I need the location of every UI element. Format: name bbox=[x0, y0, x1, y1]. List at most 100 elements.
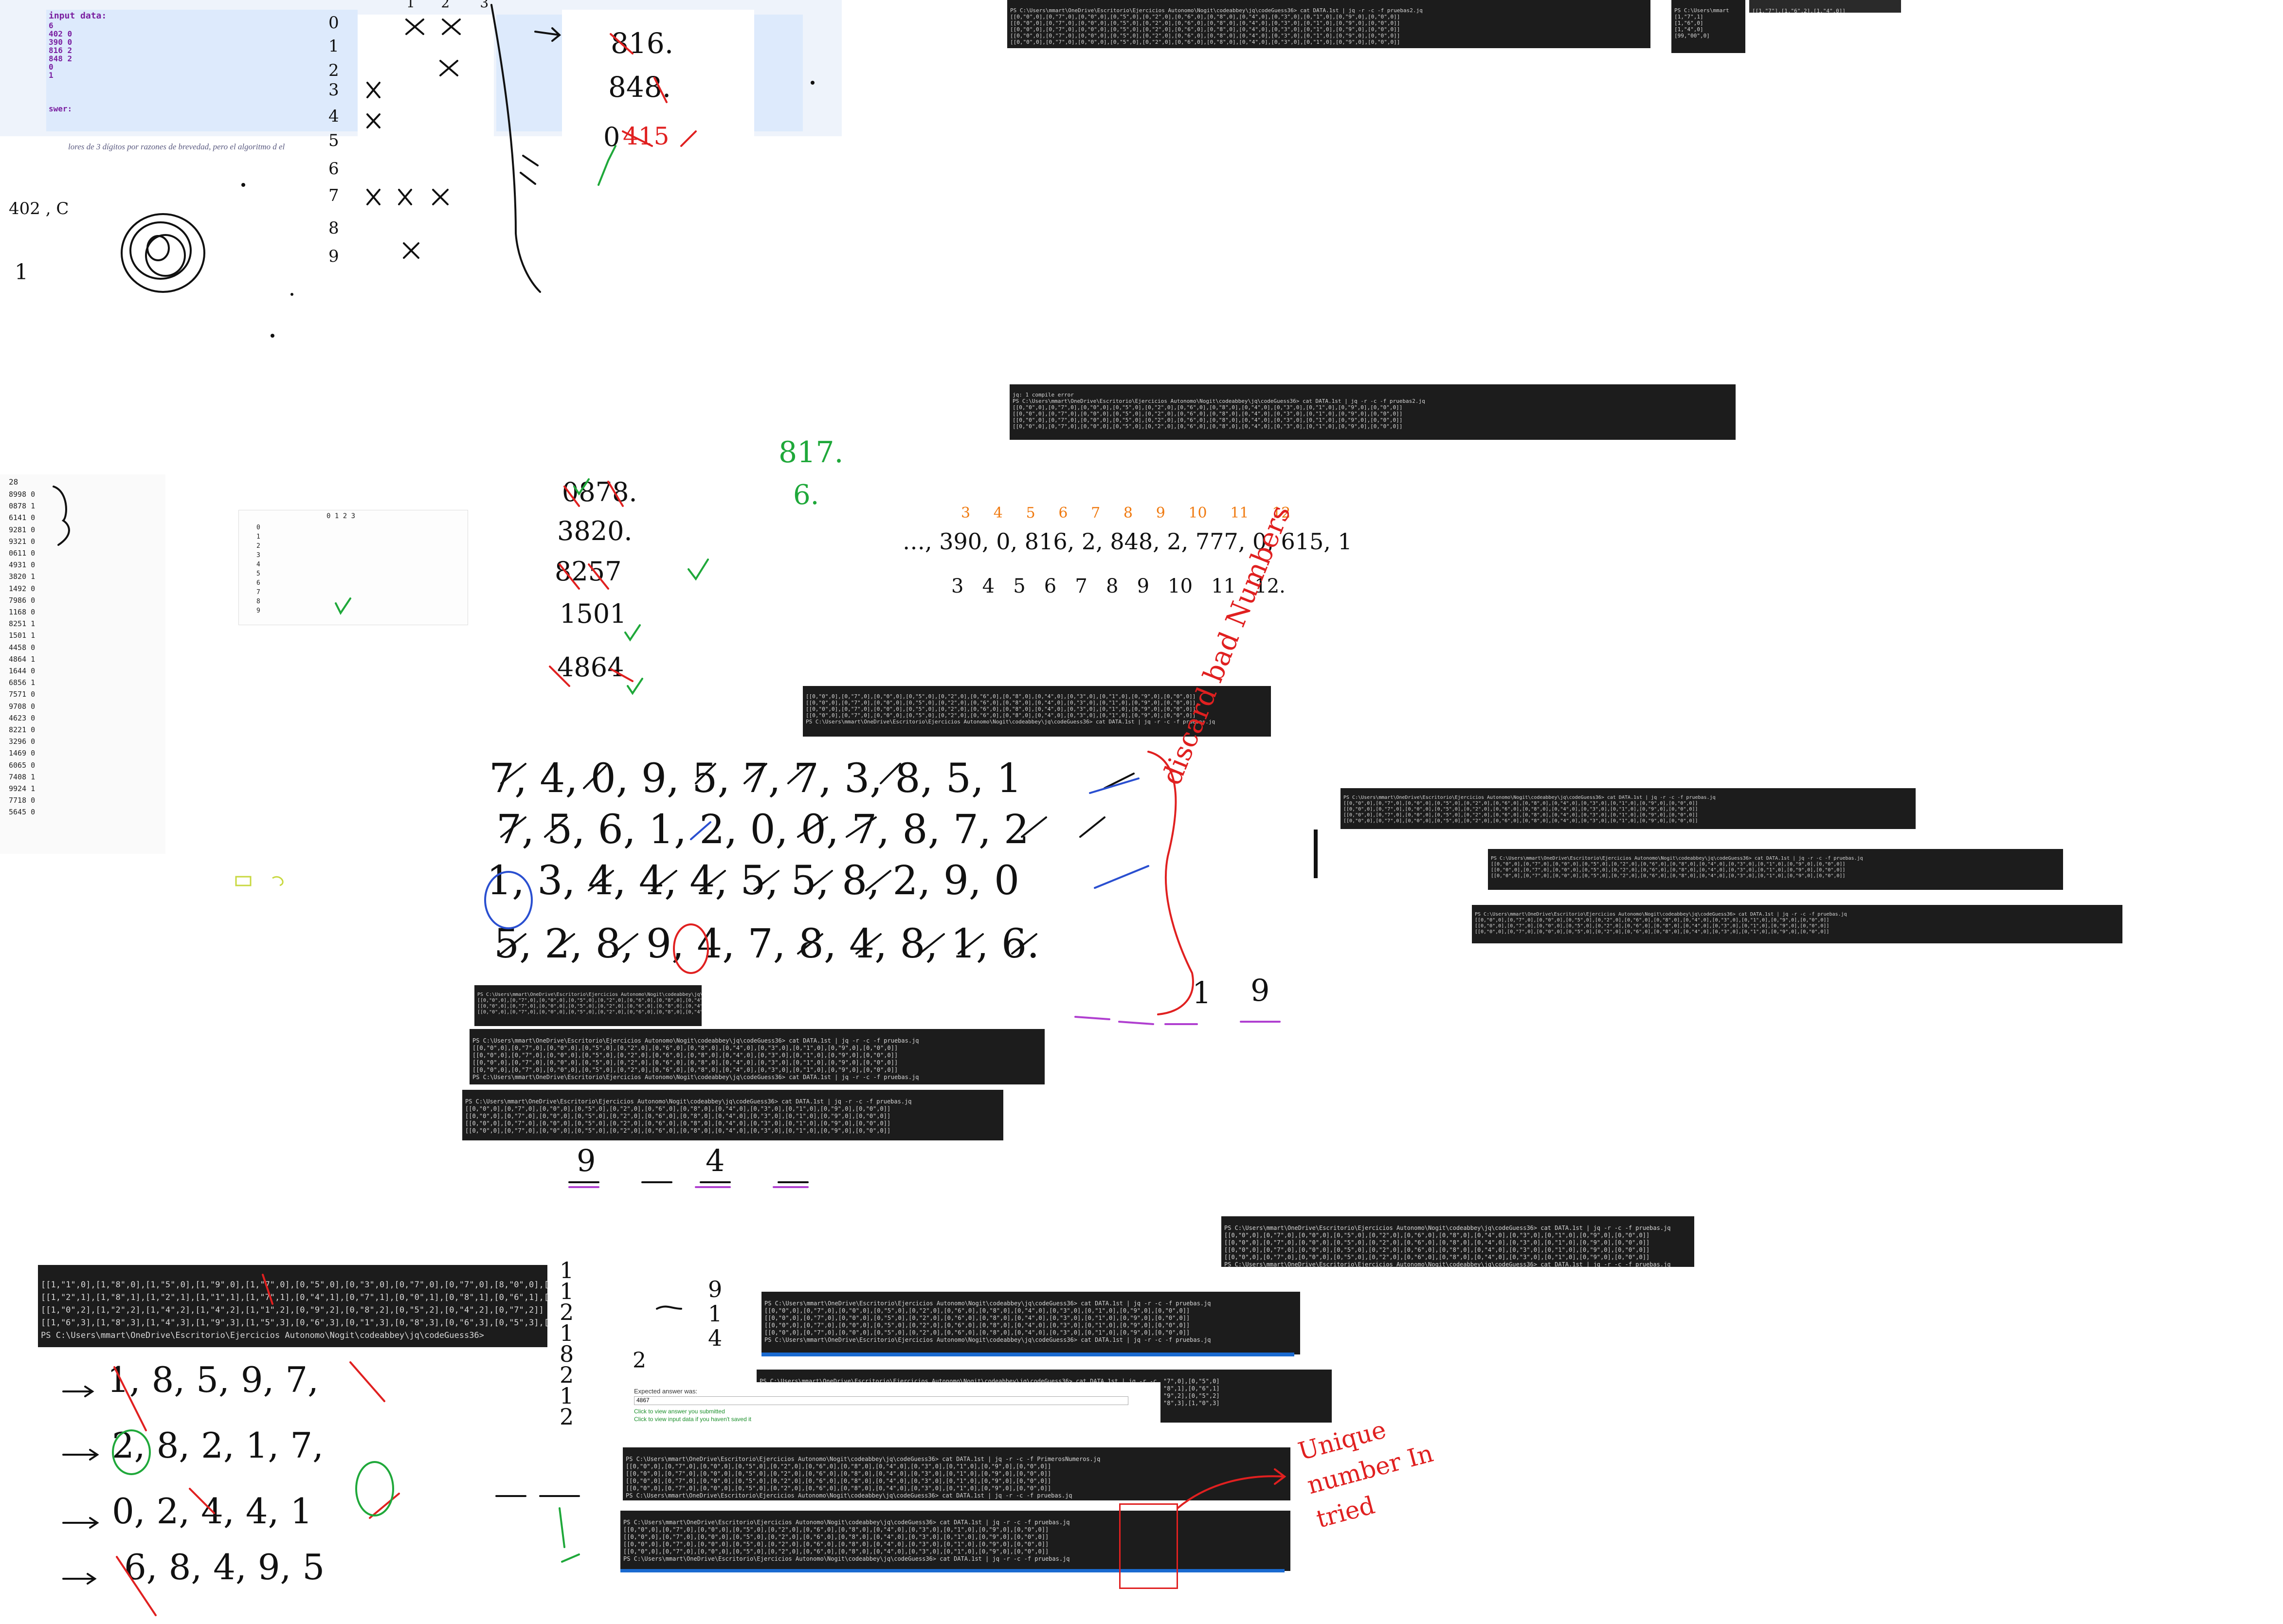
terminal-prompt: PS C:\Users\mmart\OneDrive\Escritorio\Ej… bbox=[1224, 1261, 1671, 1267]
list-item: 1492 0 bbox=[9, 584, 36, 593]
terminal-line: [[0,"0",0],[0,"7",0],[0,"0",0],[0,"5",0]… bbox=[1343, 807, 1698, 812]
left-list-rows: 8998 0 0878 1 6141 0 9281 0 9321 0 0611 0 4931… bbox=[9, 488, 35, 818]
terminal-bottom-mid-1: PS C:\Users\mmart\OneDrive\Escritorio\Ej… bbox=[761, 1292, 1300, 1354]
index-label: 9 bbox=[1156, 505, 1189, 522]
terminal-line: [[0,"0",0],[0,"7",0],[0,"0",0],[0,"5",0]… bbox=[764, 1329, 1190, 1336]
terminal-mid-small: PS C:\Users\mmart\OneDrive\Escritorio\Ej… bbox=[474, 985, 702, 1026]
result-digit: 1 bbox=[1192, 975, 1212, 1010]
input-row: 390 0 bbox=[49, 37, 72, 47]
list-item: 7571 0 bbox=[9, 690, 36, 699]
terminal-line: [[0,"0",0],[0,"7",0],[0,"0",0],[0,"5",0]… bbox=[1013, 423, 1403, 430]
terminal-prompt: PS C:\Users\mmart\OneDrive\Escritorio\Ej… bbox=[1224, 1225, 1671, 1231]
view-input-link[interactable]: Click to view input data if you haven't … bbox=[634, 1416, 751, 1423]
terminal-line: [[0,"0",0],[0,"7",0],[0,"0",0],[0,"5",0]… bbox=[1010, 39, 1400, 45]
terminal-line: [[0,"0",0],[0,"7",0],[0,"0",0],[0,"5",0]… bbox=[1010, 20, 1400, 26]
terminal-line: [[0,"0",0],[0,"7",0],[0,"0",0],[0,"5",0]… bbox=[764, 1307, 1190, 1314]
side-digit: 2 bbox=[560, 1404, 574, 1430]
input-data-title: input data: bbox=[49, 11, 107, 21]
divider-stroke bbox=[520, 155, 539, 185]
column-digit-415: 415 bbox=[623, 122, 670, 150]
result-digit: 9 bbox=[1250, 973, 1270, 1008]
grid-row: 2 bbox=[328, 61, 339, 80]
terminal-line: [[0,"0",0],[0,"7",0],[0,"0",0],[0,"5",0]… bbox=[1013, 411, 1403, 417]
terminal-line: [[0,"0",0],[0,"7",0],[0,"0",0],[0,"5",0]… bbox=[465, 1105, 891, 1112]
list-item: 9281 0 bbox=[9, 525, 36, 534]
list-item: 1469 0 bbox=[9, 749, 36, 758]
terminal-bottom-mid-2: PS C:\Users\mmart\OneDrive\Escritorio\Ej… bbox=[757, 1370, 1164, 1382]
scribble-circle bbox=[146, 235, 170, 261]
index-label: 6 bbox=[1058, 505, 1091, 522]
terminal-line: [[0,"0",0],[0,"7",0],[0,"0",0],[0,"5",0]… bbox=[623, 1534, 1049, 1540]
list-item: 6065 0 bbox=[9, 760, 36, 770]
bottom-row: 0, 2, 4, 4, 1 bbox=[112, 1491, 313, 1532]
terminal-line: [[0,"0",0],[0,"7",0],[0,"0",0],[0,"5",0]… bbox=[1224, 1239, 1650, 1246]
grid-row: 1 bbox=[328, 36, 339, 56]
terminal-line: [[0,"0",0],[0,"7",0],[0,"0",0],[0,"5",0]… bbox=[1475, 923, 1830, 929]
stack-digit: 9 bbox=[708, 1276, 723, 1302]
terminal-line: [[0,"0",0],[0,"7",0],[0,"0",0],[0,"5",0]… bbox=[1010, 26, 1400, 33]
terminal-prompt: PS C:\Users\mmart\OneDrive\Escritorio\Ej… bbox=[623, 1519, 1070, 1526]
big-row: 7, 5, 6, 1, 2, 0, 0, 7, 8, 7, 2 bbox=[496, 807, 1030, 853]
small-grid-row: 7 bbox=[256, 589, 260, 596]
terminal-prompt: PS C:\Users\mmart\OneDrive\Escritorio\Ej… bbox=[1010, 7, 1423, 14]
index-label: 4 bbox=[993, 505, 1026, 522]
result-digit-low: 4 bbox=[706, 1143, 725, 1178]
terminal-line: [[0,"0",0],[0,"7",0],[0,"0",0],[0,"5",0]… bbox=[477, 1004, 702, 1009]
expected-answer-box: Expected answer was: 4867 Click to view … bbox=[630, 1387, 1131, 1426]
scribble-402: 402 , C bbox=[9, 199, 69, 218]
terminal-line: [[0,"0",0],[0,"7",0],[0,"0",0],[0,"5",0]… bbox=[623, 1548, 1049, 1555]
list-item: 9321 0 bbox=[9, 537, 36, 546]
terminal-prompt: PS C:\Users\mmart\OneDrive\Escritorio\Ej… bbox=[1475, 912, 1847, 917]
grid-head: 1 2 3 bbox=[406, 0, 489, 11]
terminal-prompt: PS C:\Users\mmart\OneDrive\Escritorio\Ej… bbox=[472, 1074, 919, 1081]
terminal-prompt: PS C:\Users\mmart\OneDrive\Escritorio\Ej… bbox=[760, 1378, 1164, 1382]
terminal-line: "8",3],[1,"0",3] bbox=[1163, 1400, 1220, 1407]
terminal-prompt: PS C:\Users\mmart\OneDrive\Escritorio\Ej… bbox=[477, 992, 702, 997]
index-row-top: 3 4 5 6 7 8 9 10 11 12 bbox=[961, 506, 1290, 521]
bottom-row: 6, 8, 4, 9, 5 bbox=[124, 1547, 325, 1588]
terminal-line: [[1,"6",3],[1,"8",3],[1,"4",3],[1,"9",3]… bbox=[41, 1318, 547, 1328]
view-submitted-link[interactable]: Click to view answer you submitted bbox=[634, 1408, 725, 1415]
terminal-prompt: PS C:\Users\mmart\OneDrive\Escritorio\Ej… bbox=[764, 1300, 1211, 1307]
bottom-row: 2, 8, 2, 1, 7, bbox=[112, 1425, 324, 1466]
terminal-line: [[0,"0",0],[0,"7",0],[0,"0",0],[0,"5",0]… bbox=[472, 1059, 898, 1066]
list-item: 4931 0 bbox=[9, 560, 36, 570]
arrow-stroke bbox=[62, 1386, 99, 1585]
terminal-prompt: PS C:\Users\mmart\OneDrive\Escritorio\Ej… bbox=[1013, 398, 1425, 404]
small-grid-row: 5 bbox=[256, 570, 260, 577]
terminal-top-small: PS C:\Users\mmart [1,"7",1] [1,"6",0] [1,"4… bbox=[1671, 0, 1745, 53]
index-label: 6 bbox=[1044, 575, 1075, 597]
terminal-prompt: PS C:\Users\mmart\OneDrive\Escritorio\Ej… bbox=[764, 1336, 1211, 1343]
scribble-circle bbox=[129, 221, 192, 280]
list-item: 7718 0 bbox=[9, 796, 36, 805]
answer-label: swer: bbox=[49, 104, 72, 113]
terminal-line: [[0,"0",0],[0,"7",0],[0,"0",0],[0,"5",0]… bbox=[623, 1526, 1049, 1533]
list-item: 3296 0 bbox=[9, 737, 36, 746]
terminal-prompt: PS C:\Users\mmart\OneDrive\Escritorio\Ej… bbox=[1343, 795, 1716, 800]
terminal-line: [[1,"7"],[1,"6",2],[1,"4",0]] bbox=[1752, 8, 1846, 13]
terminal-line: [[0,"0",0],[0,"7",0],[0,"0",0],[0,"5",0]… bbox=[477, 998, 702, 1003]
list-item: 6141 0 bbox=[9, 513, 36, 523]
terminal-line: "9",2],[0,"5",2] bbox=[1163, 1392, 1220, 1399]
mid-digit-row: 8257 bbox=[555, 556, 622, 587]
stack-digit: 1 bbox=[708, 1300, 723, 1327]
ink-dot bbox=[241, 183, 245, 187]
digit-grid-top: 1 2 3 0 1 2 3 4 5 6 7 8 9 bbox=[326, 0, 501, 272]
problem-note: lores de 3 dígitos por razones de breved… bbox=[68, 142, 285, 151]
terminal-line: [[0,"0",0],[0,"7",0],[0,"0",0],[0,"5",0]… bbox=[465, 1127, 891, 1134]
terminal-line: [[0,"0",0],[0,"7",0],[0,"0",0],[0,"5",0]… bbox=[1491, 873, 1846, 879]
vertical-bar bbox=[1314, 830, 1318, 878]
list-item: 1501 1 bbox=[9, 631, 36, 640]
terminal-prompt: PS C:\Users\mmart\OneDrive\Escritorio\Ej… bbox=[626, 1456, 1101, 1462]
green-number-817: 817. bbox=[779, 435, 844, 469]
terminal-line: [[0,"0",0],[0,"7",0],[0,"0",0],[0,"5",0]… bbox=[1343, 801, 1698, 806]
red-brace bbox=[1147, 751, 1194, 1015]
terminal-top-right: PS C:\Users\mmart\OneDrive\Escritorio\Ej… bbox=[1007, 0, 1650, 48]
list-item: 7986 0 bbox=[9, 595, 36, 605]
terminal-line: [[1,"0",2],[1,"2",2],[1,"4",2],[1,"4",2]… bbox=[41, 1305, 544, 1315]
grid-row: 8 bbox=[328, 218, 339, 238]
grid-row: 7 bbox=[328, 186, 339, 205]
expected-answer-field[interactable]: 4867 bbox=[634, 1396, 1128, 1405]
terminal-line: [[0,"0",0],[0,"7",0],[0,"0",0],[0,"5",0]… bbox=[1475, 918, 1830, 923]
bottom-small-two: 2 bbox=[633, 1348, 646, 1373]
